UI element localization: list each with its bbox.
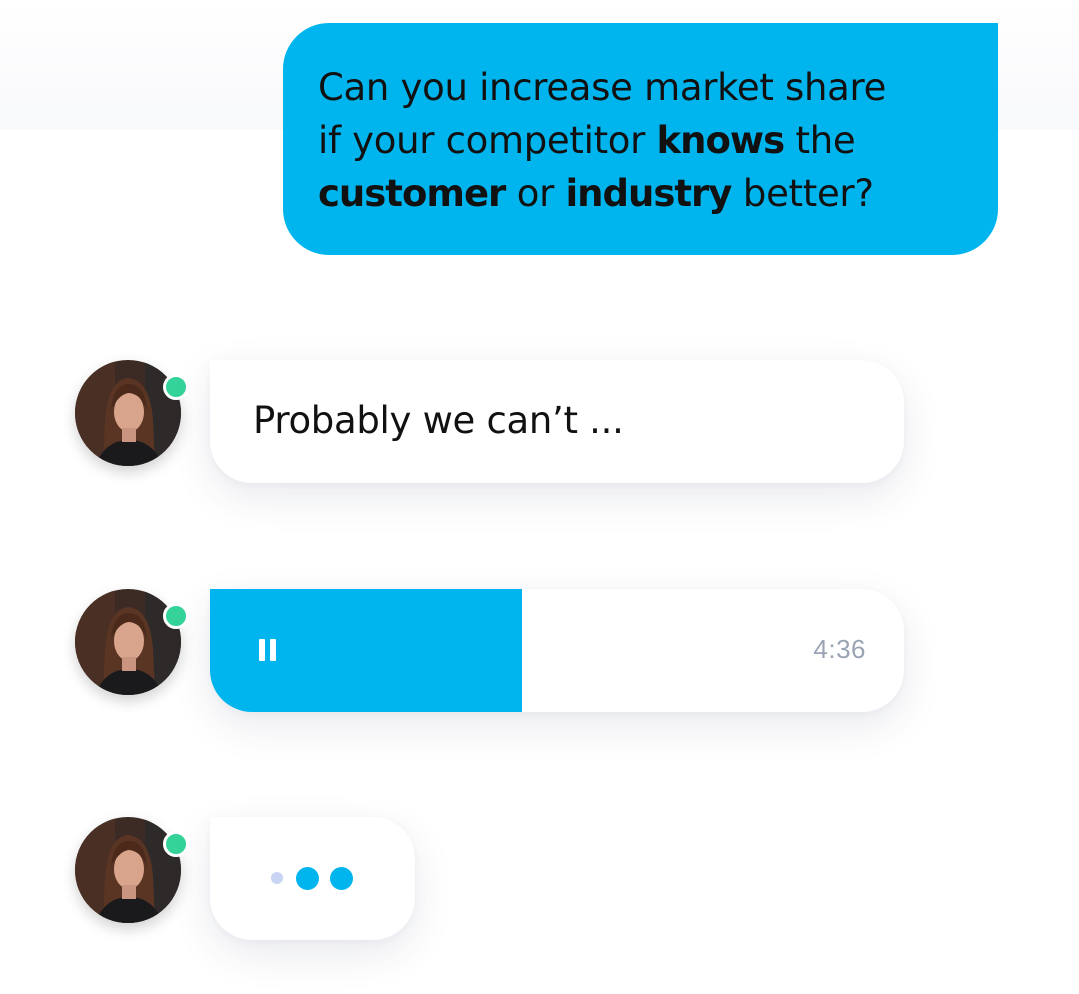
pause-bar-right (270, 639, 276, 661)
typing-dot (295, 866, 319, 890)
typing-indicator-bubble (210, 817, 415, 940)
typing-dot (271, 872, 283, 884)
contact-avatar[interactable] (75, 360, 181, 466)
avatar-photo (75, 360, 181, 466)
contact-avatar[interactable] (75, 817, 181, 923)
online-status-icon (163, 603, 189, 629)
question-line-2: if your competitor knows the (318, 119, 856, 162)
pause-bar-left (259, 639, 265, 661)
question-line-3: customer or industry better? (318, 172, 874, 215)
voice-message-bubble[interactable]: 4:36 (210, 589, 904, 712)
online-status-icon (163, 831, 189, 857)
pause-icon[interactable] (258, 639, 278, 663)
incoming-message-bubble: Probably we can’t ... (210, 360, 904, 483)
outgoing-message-bubble: Can you increase market share if your co… (283, 23, 998, 255)
online-status-icon (163, 374, 189, 400)
voice-duration: 4:36 (813, 634, 866, 664)
chat-canvas: Can you increase market share if your co… (0, 0, 1079, 994)
typing-dot (329, 866, 353, 890)
avatar-photo (75, 589, 181, 695)
avatar-photo (75, 817, 181, 923)
question-line-1: Can you increase market share (318, 66, 887, 109)
emphasis-knows: knows (656, 119, 786, 162)
message-text: Probably we can’t ... (253, 399, 624, 442)
voice-progress-bar[interactable] (210, 589, 522, 712)
contact-avatar[interactable] (75, 589, 181, 695)
emphasis-customer: customer (318, 172, 506, 215)
emphasis-industry: industry (565, 172, 732, 215)
